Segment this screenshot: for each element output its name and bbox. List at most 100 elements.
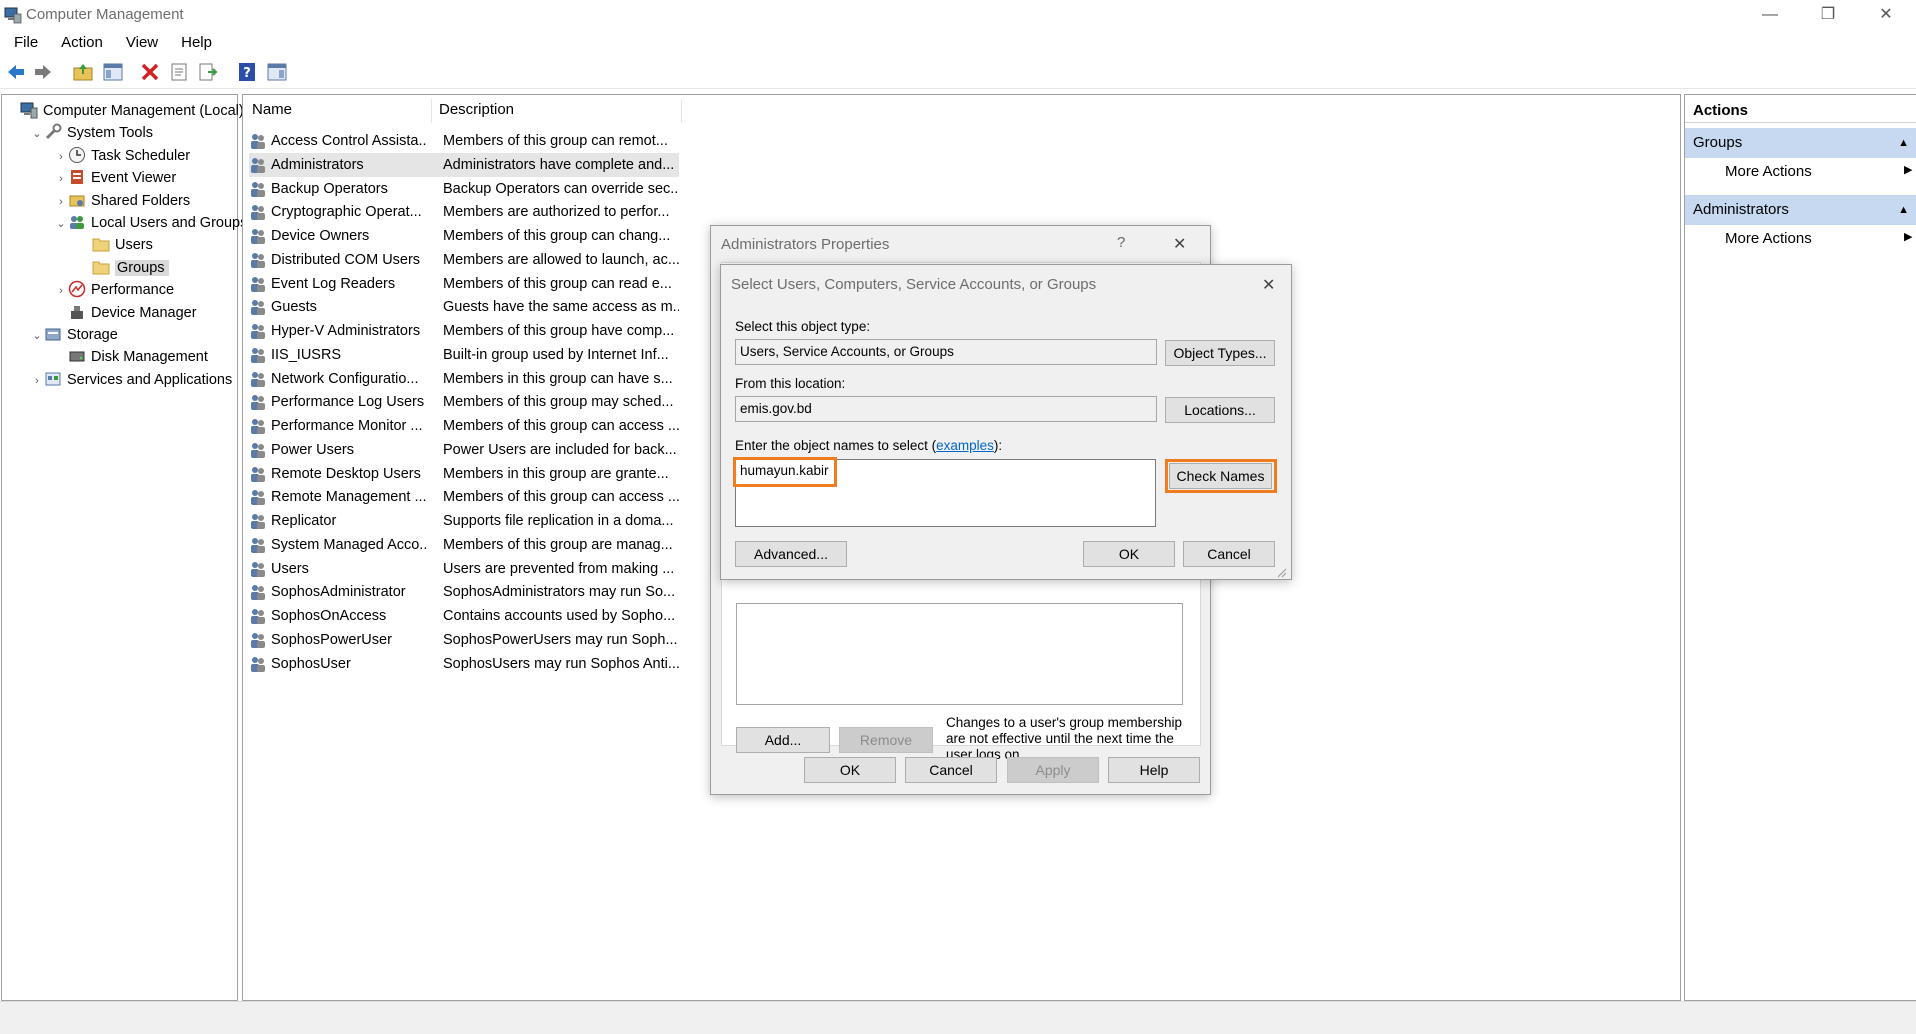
tree-item[interactable]: Disk Management [54, 346, 208, 368]
group-description: Members of this group are manag... [443, 536, 673, 553]
tree-item[interactable]: Device Manager [54, 302, 197, 324]
group-description: Built-in group used by Internet Inf... [443, 346, 669, 363]
table-row[interactable]: Administrators Administrators have comple… [249, 152, 679, 177]
expand-chevron-icon[interactable]: ⌄ [30, 325, 44, 347]
collapse-chevron-icon[interactable]: › [54, 191, 68, 213]
folder-icon [92, 261, 110, 275]
locations-button[interactable]: Locations... [1165, 397, 1275, 423]
computer-icon [20, 102, 38, 119]
table-row[interactable]: Hyper-V Administrators Members of this gr… [249, 319, 679, 343]
tree-item[interactable]: ⌄ Storage [30, 324, 117, 347]
minimize-button[interactable]: — [1742, 0, 1798, 30]
table-row[interactable]: Distributed COM Users Members are allowed… [249, 248, 679, 272]
names-label-prefix: Enter the object names to select ( [735, 438, 937, 453]
expand-chevron-icon[interactable]: ⌄ [30, 123, 44, 145]
collapse-triangle-icon[interactable]: ▲ [1898, 128, 1909, 158]
help-button[interactable]: Help [1108, 757, 1200, 783]
dialog-close-button[interactable]: ✕ [1173, 234, 1186, 254]
table-row[interactable]: SophosUser SophosUsers may run Sophos Ant… [249, 652, 679, 676]
table-row[interactable]: Performance Log Users Members of this gro… [249, 390, 679, 414]
table-row[interactable]: Cryptographic Operat... Members are autho… [249, 200, 679, 224]
table-row[interactable]: Remote Management ... Members of this gro… [249, 485, 679, 509]
expand-chevron-icon[interactable]: ⌄ [54, 213, 68, 235]
tree-item[interactable]: › Services and Applications [30, 369, 232, 391]
up-folder-icon[interactable] [72, 61, 94, 83]
more-actions-groups[interactable]: More Actions ▶ [1725, 163, 1912, 180]
storage-icon [45, 328, 61, 341]
table-row[interactable]: Replicator Supports file replication in a… [249, 509, 679, 533]
column-separator[interactable] [681, 99, 682, 123]
table-row[interactable]: Users Users are prevented from making ... [249, 557, 679, 581]
table-row[interactable]: Backup Operators Backup Operators can ove… [249, 177, 679, 201]
tree-item[interactable]: ⌄ Local Users and Groups [54, 212, 247, 234]
table-row[interactable]: Guests Guests have the same access as m..… [249, 295, 679, 319]
menu-help[interactable]: Help [167, 32, 221, 54]
tree-item[interactable]: › Performance [54, 279, 174, 301]
help-icon[interactable]: ? [236, 61, 258, 83]
group-name: Backup Operators [271, 180, 388, 197]
status-bar [0, 1001, 1916, 1034]
table-row[interactable]: Performance Monitor ... Members of this g… [249, 414, 679, 438]
column-header-name[interactable]: Name [252, 101, 292, 118]
show-hide-tree-icon[interactable] [102, 61, 124, 83]
actions-section-groups[interactable]: Groups ▲ [1685, 128, 1916, 158]
cancel-button[interactable]: Cancel [1183, 541, 1275, 567]
table-row[interactable]: SophosOnAccess Contains accounts used by … [249, 604, 679, 628]
tree-item[interactable]: › Shared Folders [54, 190, 190, 212]
add-button[interactable]: Add... [736, 727, 830, 753]
column-separator[interactable] [431, 99, 432, 123]
object-types-button[interactable]: Object Types... [1165, 340, 1275, 366]
column-header-description[interactable]: Description [439, 101, 514, 118]
close-button[interactable]: ✕ [1858, 0, 1914, 30]
collapse-chevron-icon[interactable]: › [54, 280, 68, 302]
tree-item[interactable]: Users [78, 234, 153, 256]
menu-view[interactable]: View [112, 32, 167, 54]
table-row[interactable]: Remote Desktop Users Members in this grou… [249, 462, 679, 486]
group-icon [251, 561, 265, 577]
examples-link[interactable]: examples [936, 438, 994, 453]
ok-button[interactable]: OK [804, 757, 896, 783]
menu-file[interactable]: File [0, 32, 47, 54]
cancel-button[interactable]: Cancel [905, 757, 997, 783]
table-row[interactable]: IIS_IUSRS Built-in group used by Internet… [249, 343, 679, 367]
more-actions-administrators[interactable]: More Actions ▶ [1725, 230, 1912, 247]
help-question-icon[interactable]: ? [1117, 234, 1125, 251]
export-list-icon[interactable] [197, 61, 219, 83]
window-title: Computer Management [26, 6, 184, 23]
remove-button[interactable]: Remove [839, 727, 933, 753]
properties-icon[interactable] [168, 61, 190, 83]
group-name: SophosOnAccess [271, 608, 387, 624]
tree-item[interactable]: Computer Management (Local) [6, 100, 244, 122]
table-row[interactable]: System Managed Acco... Members of this gr… [249, 533, 679, 557]
table-row[interactable]: Device Owners Members of this group can c… [249, 224, 679, 248]
delete-icon[interactable] [139, 61, 161, 83]
forward-arrow-icon[interactable] [32, 61, 54, 83]
actions-section-administrators[interactable]: Administrators ▲ [1685, 195, 1916, 225]
collapse-triangle-icon[interactable]: ▲ [1898, 195, 1909, 225]
ok-button[interactable]: OK [1083, 541, 1175, 567]
collapse-chevron-icon[interactable]: › [54, 146, 68, 168]
table-row[interactable]: Power Users Power Users are included for … [249, 438, 679, 462]
restore-button[interactable]: ❐ [1800, 0, 1856, 30]
table-row[interactable]: Event Log Readers Members of this group c… [249, 272, 679, 296]
menu-action[interactable]: Action [47, 32, 112, 54]
advanced-button[interactable]: Advanced... [735, 541, 847, 567]
table-row[interactable]: Network Configuratio... Members in this g… [249, 367, 679, 391]
dialog-close-button[interactable]: ✕ [1262, 275, 1275, 295]
table-row[interactable]: SophosAdministrator SophosAdministrators … [249, 580, 679, 604]
table-row[interactable]: SophosPowerUser SophosPowerUsers may run … [249, 628, 679, 652]
tree-item[interactable]: ⌄ System Tools [30, 122, 153, 144]
tree-item[interactable]: Groups [78, 257, 169, 279]
members-list[interactable] [736, 603, 1183, 705]
table-row[interactable]: Access Control Assista... Members of this… [249, 129, 679, 153]
collapse-chevron-icon[interactable]: › [30, 370, 44, 392]
apply-button[interactable]: Apply [1007, 757, 1099, 783]
collapse-chevron-icon[interactable]: › [54, 168, 68, 190]
show-hide-action-pane-icon[interactable] [266, 61, 288, 83]
tree-item[interactable]: › Event Viewer [54, 167, 176, 189]
group-name: Hyper-V Administrators [271, 323, 421, 339]
tree-item[interactable]: › Task Scheduler [54, 145, 190, 167]
group-icon [251, 371, 265, 387]
back-arrow-icon[interactable] [5, 61, 27, 83]
resize-grip-icon[interactable] [1277, 565, 1287, 578]
